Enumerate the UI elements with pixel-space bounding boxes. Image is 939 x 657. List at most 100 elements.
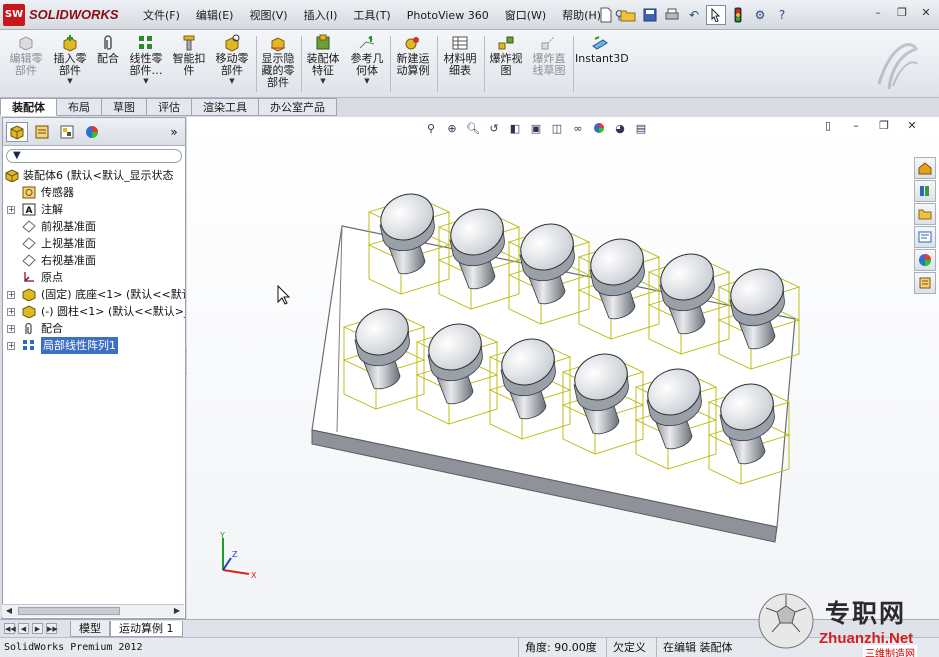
menu-view[interactable]: 视图(V): [241, 7, 295, 23]
reference-geometry-button[interactable]: 参考几 何体 ▼: [346, 32, 388, 96]
window-controls: – ❐ ✕: [871, 6, 933, 20]
assembly-model[interactable]: [187, 117, 939, 619]
help-question-icon[interactable]: ?: [772, 5, 792, 25]
select-pointer-icon[interactable]: [706, 5, 726, 25]
menu-photoview[interactable]: PhotoView 360: [399, 9, 497, 22]
triad-y-label: Y: [219, 532, 225, 540]
annotation-icon: A: [22, 203, 36, 216]
status-app-name: SolidWorks Premium 2012: [4, 642, 143, 653]
watermark: 专职网 Zhuanzhi.Net 三维制造网: [755, 590, 939, 657]
tree-node[interactable]: + A 注解: [3, 201, 185, 218]
menu-tools[interactable]: 工具(T): [345, 7, 398, 23]
edit-component-button[interactable]: 编辑零 部件: [4, 32, 48, 96]
appearances-scenes-icon[interactable]: [914, 249, 936, 271]
new-document-icon[interactable]: [596, 5, 616, 25]
first-tab-icon[interactable]: ◀◀: [4, 623, 16, 634]
bill-of-materials-button[interactable]: 材料明 细表: [439, 32, 481, 96]
tree-node-label: 配合: [41, 322, 63, 335]
sensor-icon: [22, 186, 36, 199]
tab-sketch[interactable]: 草图: [102, 98, 147, 116]
tab-render-tools[interactable]: 渲染工具: [192, 98, 259, 116]
scroll-left-icon[interactable]: ◀: [3, 605, 15, 617]
feature-manager-tab-icon[interactable]: [6, 122, 28, 142]
menu-insert[interactable]: 插入(I): [296, 7, 346, 23]
tree-node[interactable]: 前视基准面: [3, 218, 185, 235]
show-hidden-components-button[interactable]: 显示隐 藏的零 部件: [258, 32, 298, 96]
open-folder-icon[interactable]: [618, 5, 638, 25]
display-manager-tab-icon[interactable]: [81, 122, 103, 142]
tree-expand-toggle-icon[interactable]: +: [7, 291, 15, 299]
assembly-icon: [5, 169, 19, 183]
assembly-feature-button[interactable]: 装配体 特征 ▼: [303, 32, 343, 96]
view-palette-icon[interactable]: [914, 226, 936, 248]
tab-office-products[interactable]: 办公室产品: [259, 98, 337, 116]
tree-node-label: 原点: [41, 271, 63, 284]
watermark-tag: 三维制造网: [863, 645, 917, 657]
new-motion-study-button[interactable]: 新建运 动算例: [392, 32, 434, 96]
linear-pattern-button[interactable]: 线性零 部件… ▼: [125, 32, 167, 96]
tree-node[interactable]: 装配体6 (默认<默认_显示状态: [3, 167, 185, 184]
smart-fastener-button[interactable]: 智能扣 件: [169, 32, 209, 96]
graphics-viewport[interactable]: ⚲ ⊕ 🔍︎ ↺ ◧ ▣ ◫ ∞ ◕ ▤ ▯ – ❐ ✕ Y X Z: [187, 117, 939, 619]
options-gear-icon[interactable]: ⚙: [750, 5, 770, 25]
restore-icon[interactable]: ❐: [895, 6, 909, 20]
tree-horizontal-scrollbar[interactable]: ◀ ▶: [2, 604, 184, 617]
scrollbar-thumb[interactable]: [18, 607, 120, 615]
smart-fastener-icon: [183, 35, 195, 51]
tree-expand-toggle-icon[interactable]: +: [7, 308, 15, 316]
main-menu: 文件(F) 编辑(E) 视图(V) 插入(I) 工具(T) PhotoView …: [135, 0, 629, 30]
tree-node[interactable]: 传感器: [3, 184, 185, 201]
tree-node[interactable]: 原点: [3, 269, 185, 286]
configuration-manager-tab-icon[interactable]: [56, 122, 78, 142]
minimize-icon[interactable]: –: [871, 6, 885, 20]
save-icon[interactable]: [640, 5, 660, 25]
tab-evaluate[interactable]: 评估: [147, 98, 192, 116]
tree-node[interactable]: 右视基准面: [3, 252, 185, 269]
exploded-view-icon: [498, 36, 514, 50]
prev-tab-icon[interactable]: ◀: [18, 623, 29, 634]
instant3d-button[interactable]: Instant3D: [575, 32, 629, 96]
tree-filter-input[interactable]: ▼: [6, 149, 182, 163]
tree-expand-toggle-icon[interactable]: +: [7, 342, 15, 350]
tab-assembly[interactable]: 装配体: [0, 98, 57, 116]
insert-component-icon: [63, 35, 77, 52]
expand-panel-chevron-icon[interactable]: »: [163, 122, 185, 142]
last-tab-icon[interactable]: ▶▶: [46, 623, 58, 634]
menu-window[interactable]: 窗口(W): [497, 7, 554, 23]
tab-layout[interactable]: 布局: [57, 98, 102, 116]
solidworks-logo[interactable]: SW SOLIDWORKS: [3, 4, 121, 26]
tree-node[interactable]: + 配合: [3, 320, 185, 337]
exploded-view-button[interactable]: 爆炸视 图: [486, 32, 526, 96]
feature-manager-panel: » ▼ 装配体6 (默认<默认_显示状态 传感器 + A 注解 前视基准面 上视基准面 右视基…: [2, 117, 186, 619]
menu-edit[interactable]: 编辑(E): [188, 7, 242, 23]
tree-expand-toggle-icon[interactable]: +: [7, 206, 15, 214]
sw-badge: SW: [3, 4, 25, 26]
print-icon[interactable]: [662, 5, 682, 25]
mate-button[interactable]: 配合: [93, 32, 123, 96]
rebuild-traffic-light-icon[interactable]: [728, 5, 748, 25]
triad-z-label: Z: [232, 550, 238, 559]
close-icon[interactable]: ✕: [919, 6, 933, 20]
tab-motion-study-1[interactable]: 运动算例 1: [110, 621, 183, 637]
solidworks-resources-home-icon[interactable]: [914, 157, 936, 179]
scroll-right-icon[interactable]: ▶: [171, 605, 183, 617]
tree-node[interactable]: 上视基准面: [3, 235, 185, 252]
tree-node-label: 装配体6 (默认<默认_显示状态: [23, 169, 174, 182]
explode-line-sketch-button[interactable]: 爆炸直 线草图: [528, 32, 570, 96]
command-manager: 编辑零 部件 插入零 部件 ▼ 配合 线性零 部件… ▼ 智能扣 件 移动零 部…: [0, 30, 939, 98]
custom-properties-icon[interactable]: [914, 272, 936, 294]
file-explorer-folder-icon[interactable]: [914, 203, 936, 225]
tree-expand-toggle-icon[interactable]: +: [7, 325, 15, 333]
menu-file[interactable]: 文件(F): [135, 7, 188, 23]
quick-access-toolbar: ↶ ⚙ ?: [596, 5, 792, 25]
tree-node[interactable]: + 局部线性阵列1: [3, 337, 185, 354]
undo-icon[interactable]: ↶: [684, 5, 704, 25]
design-library-icon[interactable]: [914, 180, 936, 202]
move-component-button[interactable]: 移动零 部件 ▼: [211, 32, 253, 96]
tree-node[interactable]: + (固定) 底座<1> (默认<<默认: [3, 286, 185, 303]
tree-node[interactable]: + (-) 圆柱<1> (默认<<默认>_: [3, 303, 185, 320]
tab-model[interactable]: 模型: [70, 621, 110, 637]
insert-component-button[interactable]: 插入零 部件 ▼: [50, 32, 90, 96]
next-tab-icon[interactable]: ▶: [32, 623, 43, 634]
property-manager-tab-icon[interactable]: [31, 122, 53, 142]
